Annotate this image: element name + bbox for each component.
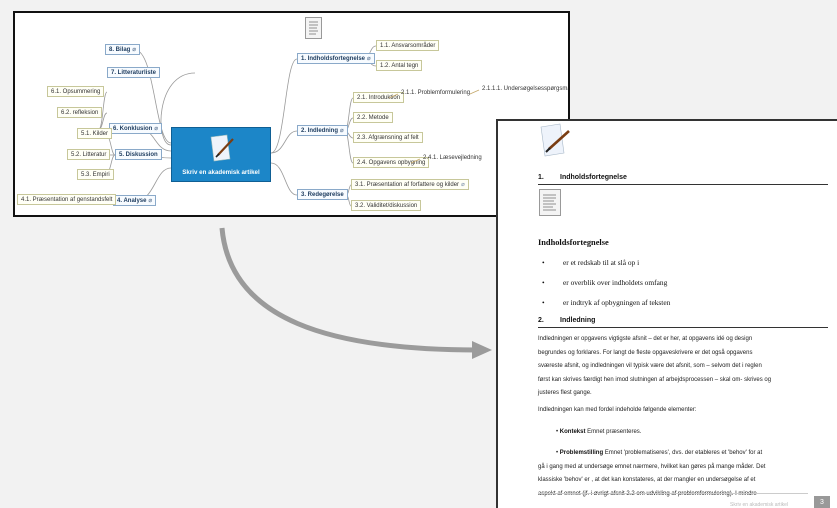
text-line: Emnet 'problematiseres', dvs. der etable… (603, 450, 763, 456)
section-title: Indholdsfortegnelse (560, 174, 627, 181)
subtopic-6-2[interactable]: 6.2. refleksion (57, 107, 103, 118)
bullet-text: er overblik over indholdets omfang (563, 278, 668, 287)
text-line: først kan skrives færdigt hen imod slutn… (538, 376, 772, 383)
text-line: aspekt af emnet (jf. i øvrigt afsnit 2.2… (538, 488, 834, 502)
topic-diskussion[interactable]: 5. Diskussion (115, 149, 162, 160)
text-line: justeres flest gange. (538, 390, 592, 396)
element-text: Emnet præsenteres. (585, 429, 642, 435)
subtopic-5-3[interactable]: 5.3. Empiri (77, 169, 114, 180)
subtopic-5-1[interactable]: 5.1. Kilder (77, 128, 113, 139)
element-term: Problemstilling (559, 450, 604, 456)
subtopic-4-1[interactable]: 4.1. Præsentation af genstandsfelt (17, 194, 117, 205)
subtopic-5-2[interactable]: 5.2. Litteratur (67, 149, 111, 160)
document-page[interactable]: 1. Indholdsfortegnelse Indholdsfortegnels… (496, 119, 837, 508)
element-kontekst: • Kontekst Emnet præsenteres. (556, 429, 642, 435)
mindmap-canvas[interactable]: Skriv en akademisk artikel 1. Indholdsfo… (13, 11, 570, 217)
footer-rule (538, 493, 808, 494)
topic-label: 5. Diskussion (119, 152, 158, 158)
bullet-item: • er et redskab til at slå op i (542, 258, 640, 267)
section-number: 1. (538, 174, 544, 181)
bullet-item: • er indtryk af opbygningen af teksten (542, 298, 671, 307)
topic-label: 4. Analyse (117, 198, 147, 204)
bullet-text: er et redskab til at slå op i (563, 258, 640, 267)
paragraph-elements: Indledningen kan med fordel indeholde fø… (538, 407, 697, 413)
text-line: sværeste afsnit, og indledningen vil typ… (538, 363, 762, 369)
document-thumbnail-icon (539, 189, 561, 216)
paragraph-intro: Indledningen er opgavens vigtigste afsni… (538, 333, 834, 401)
page-number: 3 (814, 496, 830, 508)
text-line: begrundes og forklares. For langt de fle… (538, 349, 753, 356)
section-heading-1: 1. Indholdsfortegnelse (538, 174, 627, 181)
text-line: klassiske 'behov' er , at det kan konsta… (538, 477, 756, 483)
element-term: Kontekst (559, 429, 586, 435)
quill-paper-icon (540, 123, 570, 157)
subtopic-6-1[interactable]: 6.1. Opsummering (47, 86, 105, 97)
section-number: 2. (538, 317, 544, 324)
topic-litteraturliste[interactable]: 7. Litteraturliste (107, 67, 161, 78)
section-title: Indledning (560, 317, 596, 324)
subheading: Indholdsfortegnelse (538, 238, 609, 247)
text-line: Indledningen er opgavens vigtigste afsni… (538, 336, 753, 342)
topic-label: 8. Bilag (109, 47, 131, 53)
bullet-text: er indtryk af opbygningen af teksten (563, 298, 671, 307)
topic-label: 6. Konklusion (113, 126, 153, 132)
paperclip-icon: ⌀ (132, 47, 136, 53)
topic-analyse[interactable]: 4. Analyse ⌀ (113, 195, 157, 206)
paperclip-icon: ⌀ (154, 126, 158, 132)
footer-title: Skriv en akademisk artikel (730, 502, 789, 508)
heading-rule (538, 327, 828, 328)
paperclip-icon: ⌀ (148, 198, 153, 204)
text-line: gå i gang med at undersøge emnet nærmere… (538, 463, 766, 470)
section-heading-2: 2. Indledning (538, 317, 595, 324)
topic-label: 7. Litteraturliste (111, 70, 157, 76)
topic-bilag[interactable]: 8. Bilag ⌀ (105, 44, 140, 55)
topic-konklusion[interactable]: 6. Konklusion ⌀ (109, 123, 162, 134)
heading-rule (538, 184, 828, 185)
bullet-item: • er overblik over indholdets omfang (542, 278, 668, 287)
